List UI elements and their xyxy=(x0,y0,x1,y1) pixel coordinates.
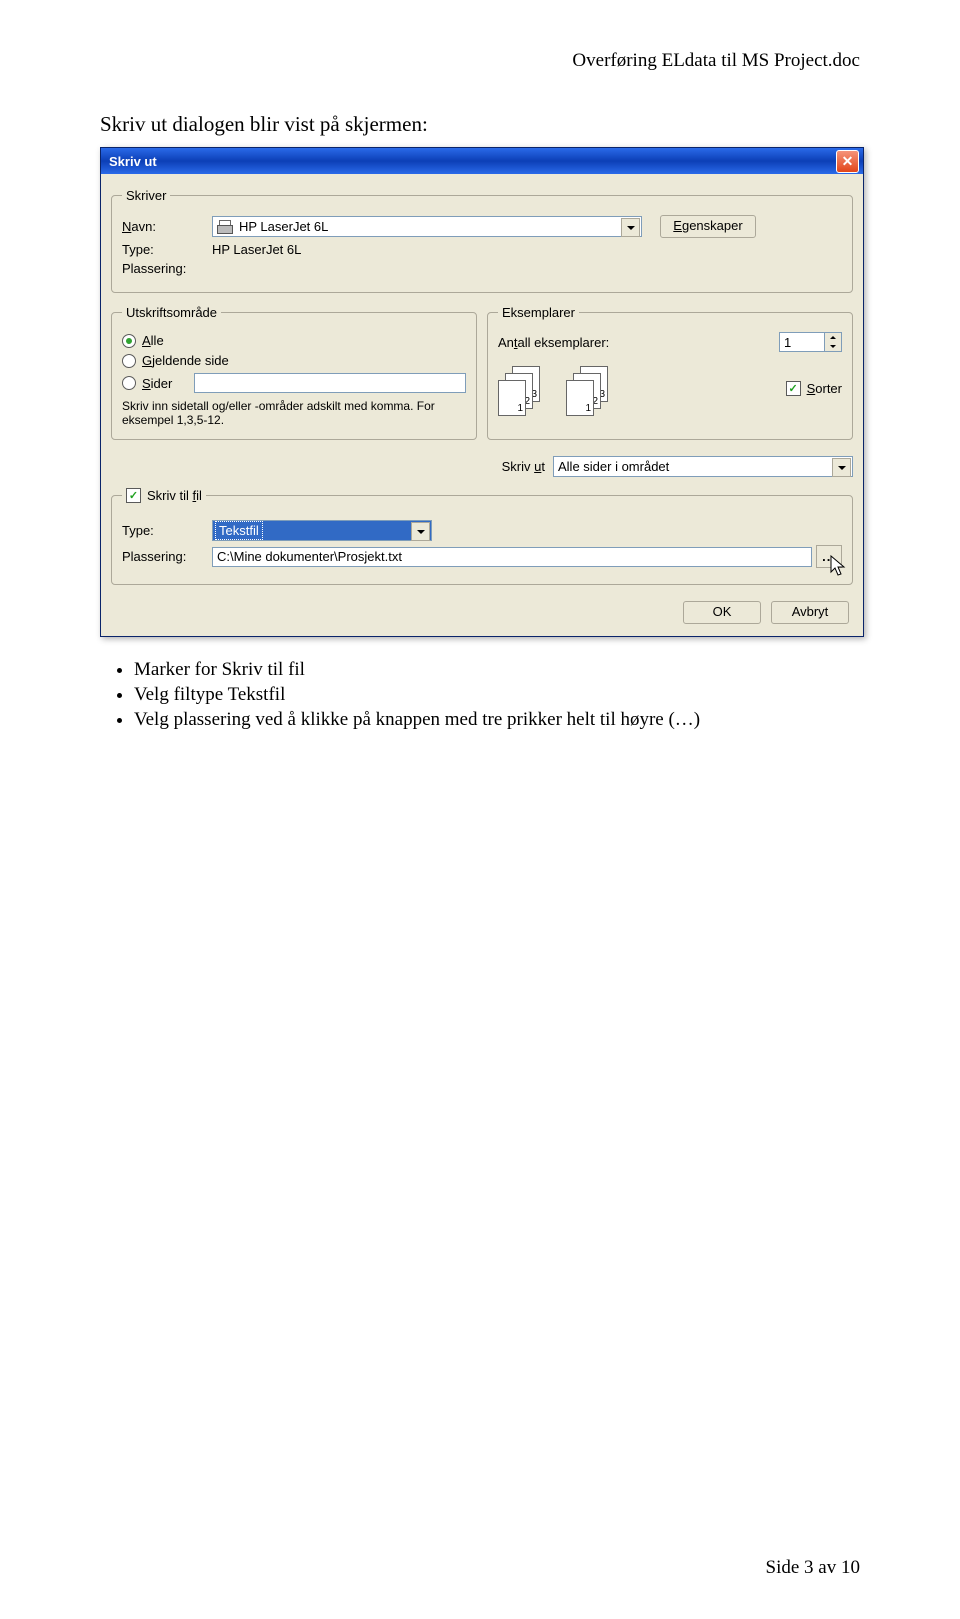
pages-input[interactable] xyxy=(194,373,466,393)
range-group: Utskriftsområde Alle Gjeldende side Side… xyxy=(111,305,477,440)
collate-icon-2: 3 2 1 xyxy=(566,366,622,414)
file-type-value: Tekstfil xyxy=(217,523,261,538)
range-help-text: Skriv inn sidetall og/eller -områder ads… xyxy=(122,399,466,427)
collate-label: Sorter xyxy=(807,381,842,396)
printer-icon xyxy=(217,220,233,234)
printer-group: Skriver Navn: HP LaserJet 6L Egenskaper … xyxy=(111,188,853,293)
ok-button[interactable]: OK xyxy=(683,601,761,624)
radio-all[interactable] xyxy=(122,334,136,348)
radio-pages[interactable] xyxy=(122,376,136,390)
page-footer: Side 3 av 10 xyxy=(766,1557,860,1579)
copies-group: Eksemplarer Antall eksemplarer: xyxy=(487,305,853,440)
file-type-combo[interactable]: Tekstfil xyxy=(212,520,432,541)
spinner-up-icon[interactable] xyxy=(825,333,841,342)
collate-icon-1: 3 2 1 xyxy=(498,366,554,414)
to-file-label: Skriv til fil xyxy=(147,488,202,503)
range-group-label: Utskriftsområde xyxy=(122,305,221,320)
properties-button[interactable]: Egenskaper xyxy=(660,215,756,238)
copies-group-label: Eksemplarer xyxy=(498,305,579,320)
range-pages-label: Sider xyxy=(142,376,188,391)
print-what-combo[interactable]: Alle sider i området xyxy=(553,456,853,477)
note-item: Velg filtype Tekstfil xyxy=(134,684,860,706)
printer-name-value: HP LaserJet 6L xyxy=(239,219,328,234)
print-what-value: Alle sider i området xyxy=(558,459,669,474)
to-file-group: Skriv til fil Type: Tekstfil Plassering:… xyxy=(111,483,853,585)
range-all-label: Alle xyxy=(142,333,164,348)
spinner-down-icon[interactable] xyxy=(825,342,841,351)
close-icon[interactable]: ✕ xyxy=(836,150,859,173)
printer-location-label: Plassering: xyxy=(122,261,212,276)
printer-type-value: HP LaserJet 6L xyxy=(212,242,301,257)
printer-group-label: Skriver xyxy=(122,188,170,203)
titlebar: Skriv ut ✕ xyxy=(101,148,863,174)
note-item: Velg plassering ved å klikke på knappen … xyxy=(134,709,860,731)
chevron-down-icon[interactable] xyxy=(411,522,430,541)
chevron-down-icon[interactable] xyxy=(621,218,640,237)
printer-type-label: Type: xyxy=(122,242,212,257)
collate-checkbox[interactable] xyxy=(786,381,801,396)
file-location-label: Plassering: xyxy=(122,549,212,564)
to-file-checkbox[interactable] xyxy=(126,488,141,503)
printer-name-combo[interactable]: HP LaserJet 6L xyxy=(212,216,642,237)
copies-count-label: Antall eksemplarer: xyxy=(498,335,609,350)
file-location-input[interactable] xyxy=(212,547,812,567)
file-type-label: Type: xyxy=(122,523,212,538)
note-item: Marker for Skriv til fil xyxy=(134,659,860,681)
printer-name-label: Navn: xyxy=(122,219,212,234)
radio-current[interactable] xyxy=(122,354,136,368)
notes-list: Marker for Skriv til fil Velg filtype Te… xyxy=(104,659,860,731)
print-dialog: Skriv ut ✕ Skriver Navn: HP LaserJet 6L … xyxy=(100,147,864,637)
doc-header: Overføring ELdata til MS Project.doc xyxy=(100,50,860,72)
intro-text: Skriv ut dialogen blir vist på skjermen: xyxy=(100,112,860,137)
dialog-title: Skriv ut xyxy=(109,154,157,169)
copies-count-input[interactable] xyxy=(779,332,825,352)
range-current-label: Gjeldende side xyxy=(142,353,229,368)
browse-button[interactable]: ... xyxy=(816,545,842,568)
cancel-button[interactable]: Avbryt xyxy=(771,601,849,624)
chevron-down-icon[interactable] xyxy=(832,458,851,477)
print-what-label: Skriv ut xyxy=(502,459,545,474)
